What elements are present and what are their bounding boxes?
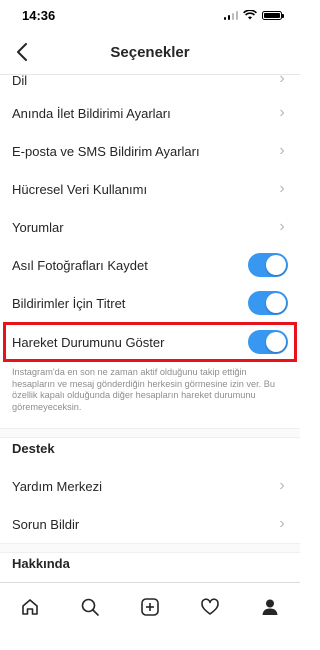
highlight-annotation [3, 322, 297, 362]
settings-row-comments[interactable]: Yorumlar › [0, 208, 300, 246]
chevron-right-icon: › [279, 218, 285, 235]
tab-profile[interactable] [250, 587, 290, 627]
row-label: Asıl Fotoğrafları Kaydet [12, 257, 148, 273]
settings-row-email-sms[interactable]: E-posta ve SMS Bildirim Ayarları › [0, 132, 300, 170]
settings-row-help-center[interactable]: Yardım Merkezi › [0, 467, 300, 505]
back-button[interactable] [8, 38, 36, 66]
chevron-right-icon: › [279, 142, 285, 159]
tab-new-post[interactable] [130, 587, 170, 627]
add-post-icon [141, 598, 159, 616]
row-label: Hücresel Veri Kullanımı [12, 181, 148, 197]
wifi-icon [243, 10, 257, 20]
section-divider [0, 543, 300, 553]
battery-icon [262, 10, 284, 20]
vibrate-notifications-toggle[interactable] [248, 291, 288, 315]
row-label: Anında İlet Bildirimi Ayarları [12, 105, 171, 121]
settings-row-vibrate-notifications: Bildirimler İçin Titret [0, 284, 300, 322]
tab-search[interactable] [70, 587, 110, 627]
support-section-title: Destek [12, 441, 55, 456]
settings-row-report-problem[interactable]: Sorun Bildir › [0, 505, 300, 543]
activity-status-description: Instagram'da en son ne zaman aktif olduğ… [12, 367, 276, 412]
page-title: Seçenekler [110, 43, 190, 61]
bottom-tab-bar [0, 582, 300, 631]
tab-home[interactable] [10, 587, 50, 627]
chevron-right-icon: › [279, 104, 285, 121]
chevron-left-icon [17, 43, 27, 61]
home-icon [22, 599, 38, 615]
chevron-right-icon: › [279, 477, 285, 494]
row-label: Bildirimler İçin Titret [12, 295, 126, 311]
signal-icon [223, 10, 238, 20]
settings-row-save-original-photos: Asıl Fotoğrafları Kaydet [0, 246, 300, 284]
row-label: E-posta ve SMS Bildirim Ayarları [12, 143, 200, 159]
search-icon [81, 598, 99, 616]
save-original-photos-toggle[interactable] [248, 253, 288, 277]
row-label: Dil [12, 73, 28, 88]
row-label: Sorun Bildir [12, 516, 80, 532]
about-section-title: Hakkında [12, 556, 70, 571]
chevron-right-icon: › [279, 515, 285, 532]
home-indicator-area [0, 630, 300, 650]
row-label: Yorumlar [12, 219, 64, 235]
status-time: 14:36 [22, 7, 56, 23]
row-label: Yardım Merkezi [12, 478, 103, 494]
chevron-right-icon: › [279, 180, 285, 197]
tab-activity[interactable] [190, 587, 230, 627]
section-divider [0, 428, 300, 438]
settings-row-cellular-data[interactable]: Hücresel Veri Kullanımı › [0, 170, 300, 208]
status-icons [223, 10, 284, 20]
profile-icon [262, 599, 278, 615]
status-bar: 14:36 [0, 0, 300, 30]
settings-row-push-notifications[interactable]: Anında İlet Bildirimi Ayarları › [0, 94, 300, 132]
activity-heart-icon [201, 598, 219, 615]
nav-header: Seçenekler [0, 30, 300, 75]
